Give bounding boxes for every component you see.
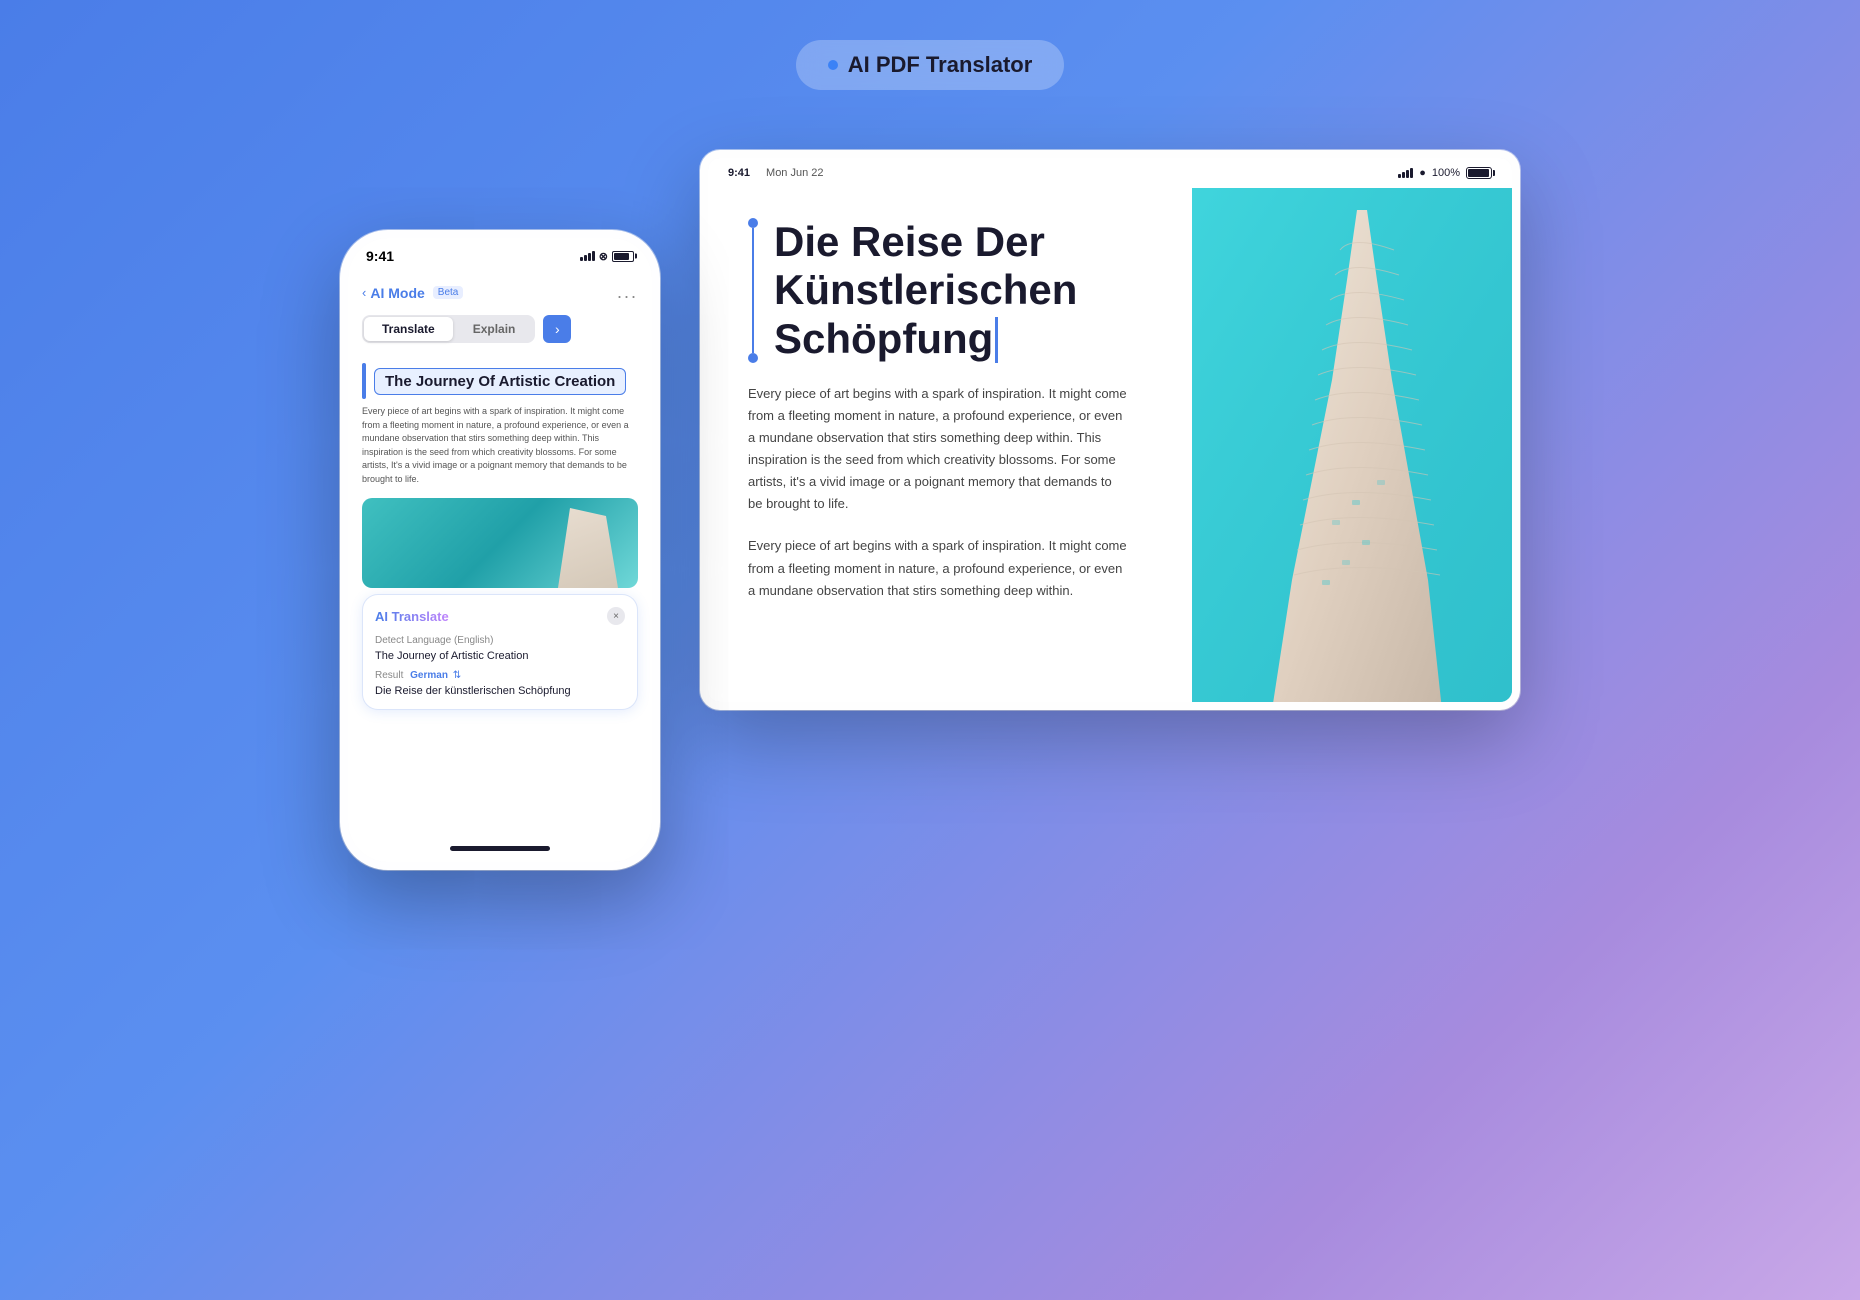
tablet-wifi-icon: ●: [1419, 167, 1426, 179]
tablet-time: 9:41: [728, 167, 750, 179]
back-button[interactable]: ‹ AI Mode Beta: [362, 285, 463, 301]
building-shape: [558, 508, 618, 588]
tablet-status-right: ● 100%: [1398, 167, 1492, 179]
tablet-title-accent: [748, 218, 758, 363]
tab-arrow-button[interactable]: ›: [543, 315, 571, 343]
tablet-doc-image: [1192, 188, 1512, 702]
tablet-doc-text: Die Reise Der Künstlerischen Schöpfung E…: [708, 188, 1192, 702]
signal-icon: [580, 251, 595, 261]
phone-time: 9:41: [366, 248, 394, 264]
title-accent-line: [752, 228, 754, 353]
ai-translate-panel: AI Translate × Detect Language (English)…: [362, 594, 638, 710]
phone-doc-body: Every piece of art begins with a spark o…: [362, 405, 652, 494]
tab-translate[interactable]: Translate: [364, 317, 453, 341]
tablet-date: Mon Jun 22: [766, 167, 823, 179]
tablet-body-paragraph-2: Every piece of art begins with a spark o…: [748, 535, 1128, 601]
app-badge: AI PDF Translator: [796, 40, 1065, 90]
ai-result-lang: German: [410, 670, 448, 681]
ai-source-text: The Journey of Artistic Creation: [375, 650, 625, 662]
ai-result-label: Result German ⇅: [375, 670, 625, 681]
tablet-battery-label: 100%: [1432, 167, 1460, 179]
phone-content: The Journey Of Artistic Creation Every p…: [348, 353, 652, 834]
battery-icon: [612, 251, 634, 262]
phone-image-preview: [362, 498, 638, 588]
phone-home-bar: [348, 834, 652, 862]
ai-translate-title: AI Translate: [375, 609, 449, 624]
tablet-body-paragraph-1: Every piece of art begins with a spark o…: [748, 383, 1128, 516]
tablet-frame: 9:41 Mon Jun 22 ● 100%: [700, 150, 1520, 710]
title-dot-top: [748, 218, 758, 228]
building-illustration: [1192, 188, 1512, 702]
tablet-battery-icon: [1466, 167, 1492, 179]
ai-translate-header: AI Translate ×: [375, 607, 625, 625]
ai-mode-label: AI Mode: [370, 285, 424, 301]
devices-container: 9:41 ⊗ ‹ AI Mode Beta ... Tra: [340, 150, 1520, 870]
language-chevron-icon[interactable]: ⇅: [453, 670, 461, 681]
ai-translate-close-button[interactable]: ×: [607, 607, 625, 625]
phone-tabs: Translate Explain ›: [348, 309, 652, 353]
phone-doc-title-row: The Journey Of Artistic Creation: [362, 353, 652, 405]
cursor-icon: [995, 317, 998, 363]
wifi-icon: ⊗: [599, 250, 608, 263]
home-bar-indicator: [450, 846, 550, 851]
tablet-main-title: Die Reise Der Künstlerischen Schöpfung: [774, 218, 1077, 363]
phone-status-icons: ⊗: [580, 250, 634, 263]
tablet-title-section: Die Reise Der Künstlerischen Schöpfung: [748, 218, 1152, 363]
phone-frame: 9:41 ⊗ ‹ AI Mode Beta ... Tra: [340, 230, 660, 870]
badge-dot: [828, 60, 838, 70]
tab-group: Translate Explain: [362, 315, 535, 343]
more-options-button[interactable]: ...: [617, 282, 638, 303]
badge-label: AI PDF Translator: [848, 52, 1033, 78]
back-chevron-icon: ‹: [362, 285, 366, 300]
ai-detect-lang: Detect Language (English): [375, 635, 625, 646]
phone-doc-title: The Journey Of Artistic Creation: [374, 368, 626, 395]
tab-explain[interactable]: Explain: [455, 317, 534, 341]
tablet-title-text: Die Reise Der Künstlerischen Schöpfung: [774, 218, 1077, 363]
phone-nav-bar: ‹ AI Mode Beta ...: [348, 274, 652, 309]
title-accent-bar: [362, 363, 366, 399]
tablet-signal-icon: [1398, 168, 1413, 178]
phone-status-bar: 9:41 ⊗: [348, 238, 652, 274]
tablet-document: Die Reise Der Künstlerischen Schöpfung E…: [708, 188, 1512, 702]
title-dot-bottom: [748, 353, 758, 363]
ai-result-text: Die Reise der künstlerischen Schöpfung: [375, 685, 625, 697]
tablet-status-bar: 9:41 Mon Jun 22 ● 100%: [708, 158, 1512, 188]
beta-badge: Beta: [433, 286, 464, 299]
